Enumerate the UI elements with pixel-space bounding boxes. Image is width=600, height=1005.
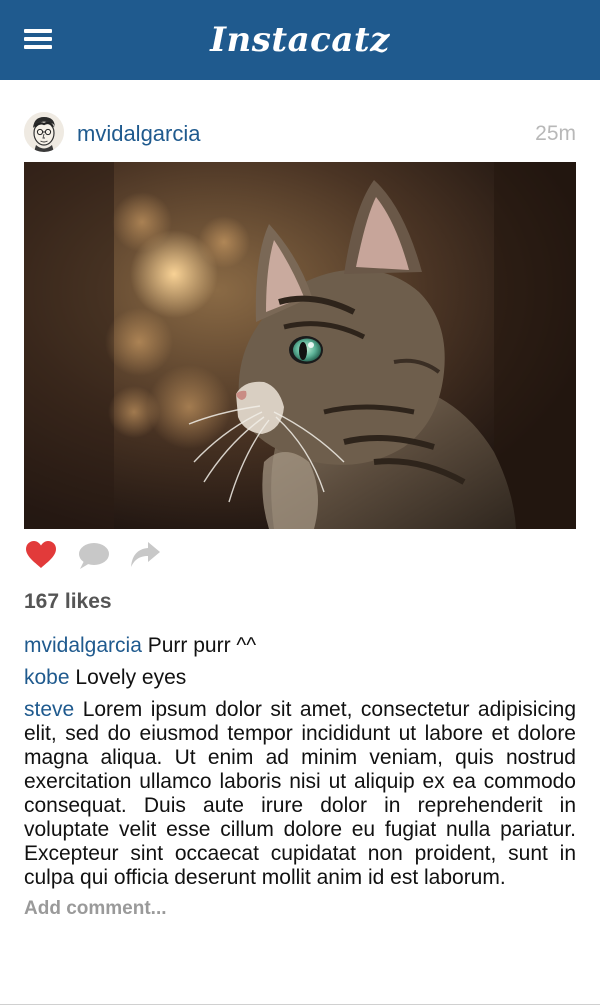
comment-text: Lovely eyes: [75, 666, 187, 689]
cat-photo-image: [24, 162, 576, 529]
add-comment-input[interactable]: Add comment...: [24, 896, 576, 922]
share-arrow-icon[interactable]: [128, 538, 162, 572]
comment-item: steve Lorem ipsum dolor sit amet, consec…: [24, 698, 576, 890]
post-photo[interactable]: [24, 162, 576, 529]
speech-bubble-icon[interactable]: [76, 538, 110, 572]
comment-item: kobe Lovely eyes: [24, 666, 576, 690]
comment-text: Purr purr ^^: [147, 634, 257, 657]
top-bar: Instacatz: [0, 0, 600, 80]
comment-username[interactable]: kobe: [24, 666, 70, 689]
app-logo: Instacatz: [210, 20, 390, 60]
avatar-sketch-icon: [24, 112, 64, 152]
post-header: mvidalgarcia 25m: [24, 112, 576, 156]
comment-username[interactable]: mvidalgarcia: [24, 634, 142, 657]
heart-icon[interactable]: [24, 538, 58, 572]
comment-username[interactable]: steve: [24, 698, 74, 721]
post-timestamp: 25m: [535, 122, 576, 145]
app-root: Instacatz mvidalgarcia 25m 167 likes mvi…: [0, 0, 600, 1005]
likes-count: 167 likes: [24, 590, 112, 613]
avatar[interactable]: [24, 112, 64, 152]
comments-list: mvidalgarcia Purr purr ^^ kobe Lovely ey…: [24, 634, 576, 922]
post-username[interactable]: mvidalgarcia: [77, 120, 201, 148]
post-actions: [24, 538, 576, 578]
comment-text: Lorem ipsum dolor sit amet, consectetur …: [24, 698, 576, 889]
comment-item: mvidalgarcia Purr purr ^^: [24, 634, 576, 658]
